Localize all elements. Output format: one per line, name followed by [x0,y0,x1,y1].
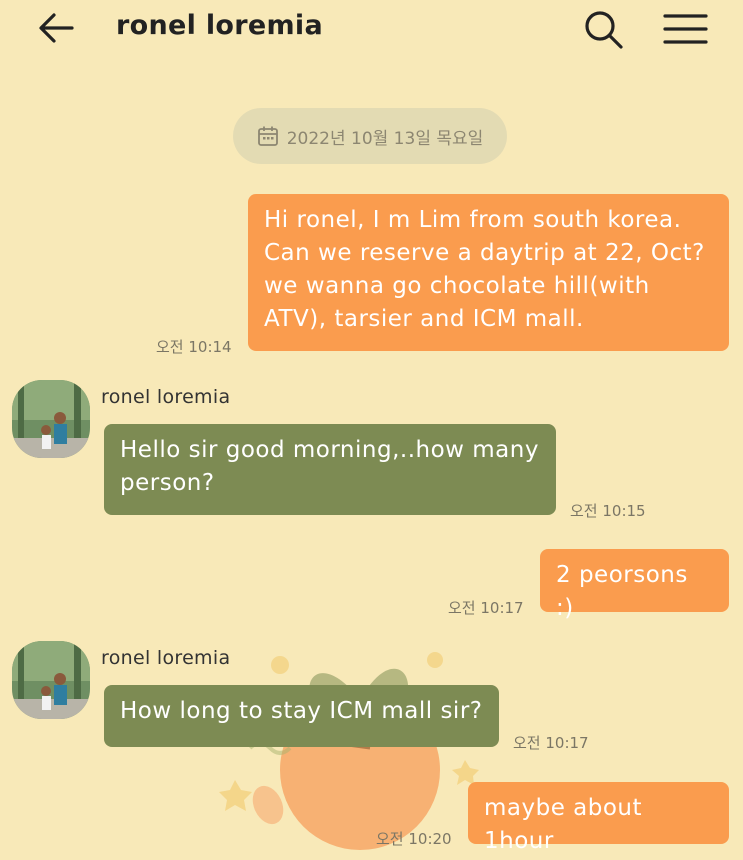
message-time: 오전 10:17 [513,734,589,752]
incoming-message-bubble[interactable]: Hello sir good morning,..how many person… [104,424,556,515]
incoming-message-bubble[interactable]: How long to stay ICM mall sir? [104,685,499,747]
calendar-icon [257,126,278,146]
sender-name: ronel loremia [101,647,231,669]
tangerine-background-illustration [219,652,479,850]
outgoing-message-bubble[interactable]: 2 peorsons :) [540,549,729,621]
outgoing-message-bubble[interactable]: maybe about 1hour [468,782,729,854]
search-button[interactable] [582,8,626,52]
date-divider: 2022년 10월 13일 목요일 [233,108,507,164]
message-time: 오전 10:17 [448,599,524,617]
hamburger-menu-icon [663,14,708,44]
chat-title: ronel loremia [116,10,323,41]
avatar-photo [12,380,90,458]
contact-avatar[interactable] [12,380,90,458]
contact-avatar[interactable] [12,641,90,719]
sender-name: ronel loremia [101,386,231,408]
message-time: 오전 10:20 [376,830,452,848]
outgoing-message-bubble[interactable]: Hi ronel, I m Lim from south korea. Can … [248,194,729,351]
back-button[interactable] [36,8,80,48]
message-time: 오전 10:15 [570,502,646,520]
avatar-photo [12,641,90,719]
chat-header: ronel loremia [0,0,743,60]
search-icon [585,11,623,49]
menu-button[interactable] [660,10,710,50]
arrow-left-icon [39,13,74,43]
message-time: 오전 10:14 [156,338,232,356]
date-divider-text: 2022년 10월 13일 목요일 [286,128,484,149]
